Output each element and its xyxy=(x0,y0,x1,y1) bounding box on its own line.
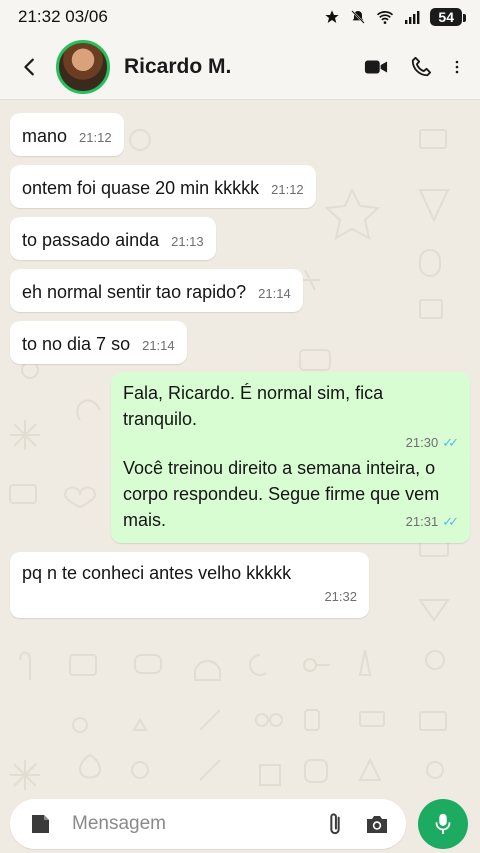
message-text: to no dia 7 so xyxy=(22,334,131,354)
message-time: 21:12 xyxy=(79,130,112,145)
message-placeholder: Mensagem xyxy=(72,813,166,834)
message-meta: 21:32 xyxy=(22,584,357,610)
muted-bell-icon xyxy=(351,10,366,24)
message-incoming[interactable]: eh normal sentir tao rapido? 21:14 xyxy=(10,269,303,312)
video-call-icon[interactable] xyxy=(364,57,388,77)
chat-header: Ricardo M. xyxy=(0,34,480,100)
camera-icon[interactable] xyxy=(364,813,390,835)
star-icon xyxy=(325,10,340,23)
status-icons: 54 xyxy=(324,8,466,26)
message-incoming[interactable]: to no dia 7 so 21:14 xyxy=(10,321,187,364)
more-options-icon[interactable] xyxy=(454,59,460,75)
message-text: Fala, Ricardo. É normal sim, fica tranqu… xyxy=(123,383,384,429)
message-time: 21:31 xyxy=(405,514,439,529)
message-time: 21:12 xyxy=(271,182,304,197)
sticker-icon[interactable] xyxy=(28,812,52,836)
message-meta: 21:31 ✓✓ xyxy=(123,509,459,535)
composer-bar: Mensagem xyxy=(0,790,480,853)
chat-area[interactable]: mano 21:12 ontem foi quase 20 min kkkkk … xyxy=(0,100,480,790)
message-text: eh normal sentir tao rapido? xyxy=(22,282,247,302)
attach-icon[interactable] xyxy=(324,811,346,837)
status-bar: 21:32 03/06 54 xyxy=(0,0,480,34)
message-incoming[interactable]: to passado ainda 21:13 xyxy=(10,217,216,260)
microphone-icon xyxy=(435,813,451,835)
message-input[interactable]: Mensagem xyxy=(10,799,406,849)
message-text: pq n te conheci antes velho kkkkk xyxy=(22,563,292,583)
chevron-left-icon xyxy=(24,58,34,75)
message-text: ontem foi quase 20 min kkkkk xyxy=(22,178,260,198)
message-outgoing[interactable]: Você treinou direito a semana inteira, o… xyxy=(111,447,470,543)
phone-icon[interactable] xyxy=(410,56,432,78)
contact-name[interactable]: Ricardo M. xyxy=(124,55,364,79)
message-text: to passado ainda xyxy=(22,230,160,250)
status-time-date: 21:32 03/06 xyxy=(18,7,108,26)
message-time: 21:32 xyxy=(324,589,357,604)
message-time: 21:14 xyxy=(258,286,291,301)
contact-avatar[interactable] xyxy=(56,39,110,94)
back-button[interactable] xyxy=(8,45,52,89)
battery-indicator: 54 xyxy=(430,8,466,26)
message-text: mano xyxy=(22,126,68,146)
wifi-icon xyxy=(377,11,394,24)
voice-message-button[interactable] xyxy=(418,799,468,849)
message-time: 21:13 xyxy=(171,234,204,249)
signal-icon xyxy=(405,11,420,24)
message-incoming[interactable]: ontem foi quase 20 min kkkkk 21:12 xyxy=(10,165,316,208)
message-incoming[interactable]: mano 21:12 xyxy=(10,113,124,156)
message-incoming[interactable]: pq n te conheci antes velho kkkkk 21:32 xyxy=(10,552,369,618)
message-time: 21:14 xyxy=(142,338,175,353)
read-receipt-icon: ✓✓ xyxy=(442,514,459,529)
